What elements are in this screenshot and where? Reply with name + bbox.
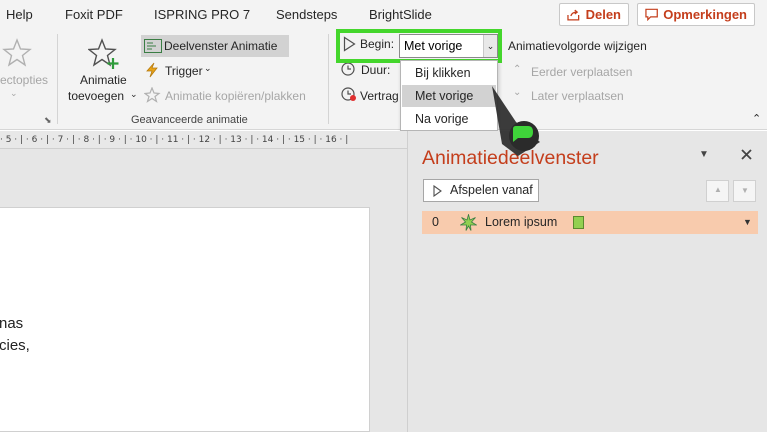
animation-item-name: Lorem ipsum (485, 215, 558, 229)
comment-icon (645, 8, 658, 21)
horizontal-ruler: · 5 · | · 6 · | · 7 · | · 8 · | · 9 · | … (0, 131, 407, 149)
tab-brightslide[interactable]: BrightSlide (369, 7, 432, 22)
move-later-button[interactable]: Later verplaatsen (531, 89, 624, 103)
effect-star-icon (460, 214, 477, 231)
reorder-title: Animatievolgorde wijzigen (508, 39, 647, 53)
tab-ispring[interactable]: ISPRING PRO 7 (154, 7, 250, 22)
move-up-button[interactable]: ▲ (706, 180, 729, 202)
comments-button[interactable]: Opmerkingen (637, 3, 755, 26)
cursor-bubble-icon (492, 86, 540, 156)
star-icon (2, 38, 32, 67)
slide-canvas[interactable]: nas cies, (0, 207, 370, 432)
chevron-down-icon: ▼ (741, 186, 749, 195)
ruler-ticks: · 5 · | · 6 · | · 7 · | · 8 · | · 9 · | … (0, 135, 349, 145)
trigger-button[interactable]: Trigger (165, 64, 203, 78)
paintbrush-icon (144, 87, 161, 103)
play-triangle-icon (433, 185, 442, 197)
close-icon[interactable] (741, 149, 752, 160)
add-animation-label-line2[interactable]: toevoegen (68, 89, 124, 103)
trigger-chevron-icon: ⌄ (204, 63, 212, 73)
begin-option-on-click[interactable]: Bij klikken (402, 62, 496, 84)
chevron-up-icon: ▲ (714, 185, 722, 194)
lightning-icon (146, 62, 158, 78)
add-animation-chevron-icon: ⌄ (130, 89, 138, 99)
animation-pane-label: Deelvenster Animatie (164, 39, 278, 53)
begin-label: Begin: (360, 37, 395, 51)
delay-label: Vertrag (360, 89, 399, 103)
begin-option-with-previous[interactable]: Met vorige (402, 85, 496, 107)
tab-foxit-pdf[interactable]: Foxit PDF (65, 7, 123, 22)
move-earlier-button[interactable]: Eerder verplaatsen (531, 65, 632, 79)
dialog-launcher-icon[interactable]: ⬊ (44, 115, 52, 126)
clock-icon (341, 62, 355, 76)
begin-select-chevron-icon[interactable]: ⌄ (483, 35, 497, 57)
play-triangle-icon (343, 36, 356, 52)
begin-select[interactable]: Met vorige ⌄ (399, 34, 498, 58)
chevron-up-icon: ⌃ (513, 64, 522, 75)
begin-option-after-previous[interactable]: Na vorige (402, 108, 496, 130)
group-separator (328, 34, 329, 124)
animation-painter-button[interactable]: Animatie kopiëren/plakken (165, 89, 306, 103)
duration-label: Duur: (361, 63, 391, 77)
animation-timing-bar (573, 216, 584, 229)
add-animation-label-line1[interactable]: Animatie (80, 73, 127, 87)
collapse-ribbon-icon[interactable]: ⌃ (752, 112, 761, 125)
play-from-button[interactable]: Afspelen vanaf (423, 179, 539, 202)
powerpoint-window: Help Foxit PDF ISPRING PRO 7 Sendsteps B… (0, 0, 767, 432)
ribbon-tab-bar: Help Foxit PDF ISPRING PRO 7 Sendsteps B… (0, 0, 767, 30)
animation-list-item[interactable]: 0 Lorem ipsum ▼ (422, 211, 758, 234)
add-animation-star-icon (88, 38, 119, 69)
slide-text-line1[interactable]: nas (0, 315, 23, 332)
play-from-label: Afspelen vanaf (450, 183, 533, 197)
tab-help[interactable]: Help (6, 7, 33, 22)
pane-options-chevron-icon[interactable]: ▼ (699, 149, 709, 160)
comments-label: Opmerkingen (663, 7, 747, 22)
share-icon (567, 9, 580, 20)
tab-sendsteps[interactable]: Sendsteps (276, 7, 337, 22)
animation-item-number: 0 (432, 215, 439, 229)
animation-pane: Animatiedeelvenster ▼ Afspelen vanaf ▲ ▼… (407, 131, 767, 432)
group-label-advanced-animation: Geavanceerde animatie (131, 114, 248, 126)
share-button[interactable]: Delen (559, 3, 629, 26)
share-label: Delen (585, 7, 621, 22)
delay-clock-icon (341, 87, 356, 101)
slide-text-line2[interactable]: cies, (0, 337, 30, 354)
item-menu-chevron-icon[interactable]: ▼ (743, 217, 752, 227)
begin-dropdown-list: Bij klikken Met vorige Na vorige (400, 60, 498, 131)
chevron-down-icon: ⌄ (10, 88, 18, 98)
move-down-button[interactable]: ▼ (733, 180, 756, 202)
begin-select-value: Met vorige (404, 39, 463, 53)
animation-pane-icon (144, 39, 162, 53)
effect-options-label[interactable]: ectopties (0, 73, 48, 87)
animation-pane-button[interactable]: Deelvenster Animatie (141, 35, 289, 57)
group-separator (57, 34, 58, 124)
